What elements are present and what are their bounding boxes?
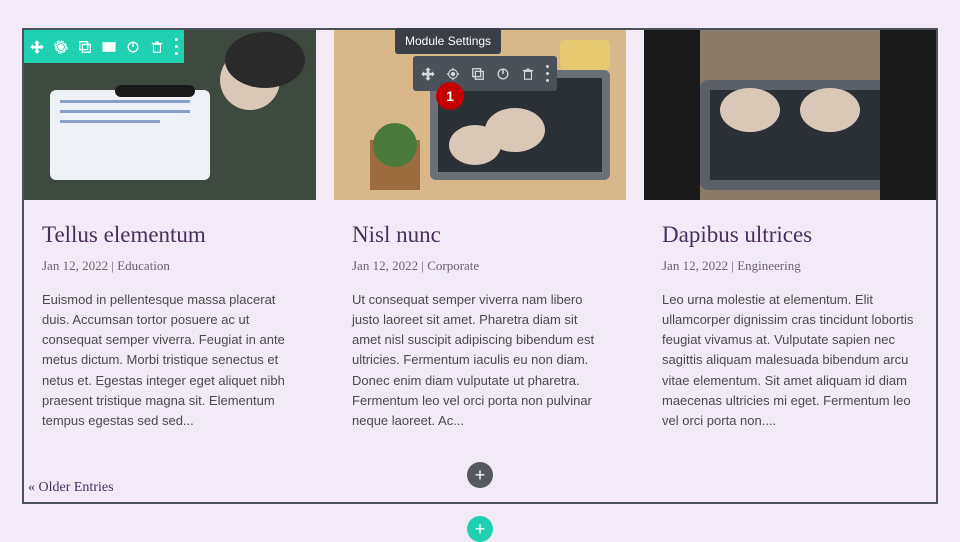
add-module-button[interactable]: + [467, 462, 493, 488]
post-thumbnail[interactable] [644, 30, 936, 200]
module-toolbar [413, 56, 557, 91]
post-meta: Jan 12, 2022 | Education [42, 258, 298, 274]
post-excerpt: Ut consequat semper viverra nam libero j… [352, 290, 608, 431]
cards-row: Tellus elementum Jan 12, 2022 | Educatio… [24, 30, 936, 502]
power-icon[interactable] [496, 67, 510, 81]
page-canvas: Tellus elementum Jan 12, 2022 | Educatio… [22, 28, 938, 504]
post-meta: Jan 12, 2022 | Engineering [662, 258, 918, 274]
post-card: Dapibus ultrices Jan 12, 2022 | Engineer… [644, 30, 936, 502]
more-icon[interactable] [174, 36, 178, 57]
post-title[interactable]: Nisl nunc [352, 222, 608, 248]
post-content: Tellus elementum Jan 12, 2022 | Educatio… [24, 200, 316, 439]
gear-icon[interactable] [446, 67, 460, 81]
post-card: Nisl nunc Jan 12, 2022 | Corporate Ut co… [334, 30, 626, 502]
duplicate-icon[interactable] [471, 67, 485, 81]
more-icon[interactable] [546, 63, 549, 84]
power-icon[interactable] [126, 40, 140, 54]
trash-icon[interactable] [150, 40, 164, 54]
tooltip: Module Settings [395, 28, 501, 54]
callout-badge: 1 [436, 82, 464, 110]
columns-icon[interactable] [102, 40, 116, 54]
row-toolbar [24, 30, 184, 63]
post-meta: Jan 12, 2022 | Corporate [352, 258, 608, 274]
post-card: Tellus elementum Jan 12, 2022 | Educatio… [24, 30, 316, 502]
trash-icon[interactable] [521, 67, 535, 81]
add-row-button[interactable]: + [467, 516, 493, 542]
post-excerpt: Euismod in pellentesque massa placerat d… [42, 290, 298, 431]
move-icon[interactable] [30, 40, 44, 54]
gear-icon[interactable] [54, 40, 68, 54]
duplicate-icon[interactable] [78, 40, 92, 54]
post-title[interactable]: Dapibus ultrices [662, 222, 918, 248]
move-icon[interactable] [421, 67, 435, 81]
post-excerpt: Leo urna molestie at elementum. Elit ull… [662, 290, 918, 431]
post-content: Nisl nunc Jan 12, 2022 | Corporate Ut co… [334, 200, 626, 439]
post-content: Dapibus ultrices Jan 12, 2022 | Engineer… [644, 200, 936, 439]
older-entries-link[interactable]: « Older Entries [28, 480, 114, 496]
post-title[interactable]: Tellus elementum [42, 222, 298, 248]
